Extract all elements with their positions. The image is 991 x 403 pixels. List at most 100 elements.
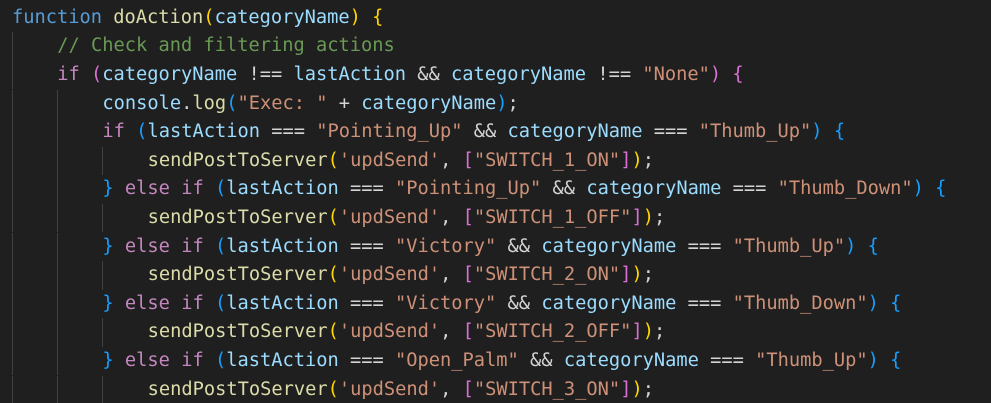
code-token: [ [462,206,474,228]
code-token: ( [136,121,148,143]
code-token: } [102,178,114,200]
indent-guide [12,289,13,319]
code-line[interactable]: sendPostToServer('updSend', ["SWITCH_2_O… [148,261,654,290]
indent-guide [57,261,59,290]
code-token: categoryName [102,63,238,85]
code-line[interactable]: } else if (lastAction === "Victory" && c… [102,290,901,319]
code-token: && [496,235,542,257]
code-line[interactable]: function doAction(categoryName) { [12,4,383,33]
code-token: , [440,206,463,228]
code-line[interactable]: // Check and filtering actions [57,32,395,61]
code-token: } [102,349,114,371]
indent-guide [12,89,13,119]
code-token: "Exec: " [237,92,328,114]
code-token: lastAction [293,63,407,85]
code-token: { [732,63,744,85]
code-token: ] [631,321,643,343]
code-token: "Thumb_Up" [698,121,812,143]
code-token: ( [327,206,339,228]
code-token: if [181,235,204,257]
code-token: 'updSend' [338,206,441,228]
code-token: === [338,292,396,314]
code-token: categoryName [214,6,350,28]
code-token: ) [349,6,361,28]
code-token: "Pointing_Up" [316,121,463,143]
code-line[interactable]: } else if (lastAction === "Pointing_Up" … [102,175,946,204]
code-token: ) [867,292,879,314]
code-line[interactable]: console.log("Exec: " + categoryName); [102,90,518,119]
indent-guide [102,318,104,347]
code-line[interactable]: if (lastAction === "Pointing_Up" && cate… [102,118,845,147]
code-token: [ [462,264,474,286]
code-token: ( [214,235,227,257]
code-token: === [338,349,396,371]
indent-guide [12,261,13,290]
code-token: "SWITCH_3_ON" [473,378,621,400]
code-line[interactable]: } else if (lastAction === "Open_Palm" &&… [102,347,901,376]
code-token: lastAction [226,178,339,200]
indent-guide [12,203,13,233]
code-token: function [12,6,103,28]
code-token: { [372,6,384,28]
indent-guide [102,203,104,233]
code-token: console [102,92,182,114]
code-token: log [192,92,227,114]
indent-guide [12,375,13,403]
indent-guide [57,375,59,403]
code-line[interactable]: if (categoryName !== lastAction && categ… [57,61,743,90]
code-line[interactable]: sendPostToServer('updSend', ["SWITCH_3_O… [148,376,654,403]
code-token: categoryName [507,121,643,143]
code-token: ; [507,92,519,114]
code-token: ] [620,149,632,171]
code-token: "SWITCH_2_ON" [473,264,621,286]
code-token: 'updSend' [338,321,441,343]
code-token: && [406,63,452,85]
code-token: "SWITCH_2_OFF" [473,321,632,343]
code-token: ; [642,264,654,286]
code-token: ( [327,264,339,286]
code-token: && [496,292,542,314]
code-token: 'updSend' [338,149,441,171]
code-token: ) [631,264,643,286]
code-line[interactable]: sendPostToServer('updSend', ["SWITCH_2_O… [148,318,666,347]
code-token: else [124,349,170,371]
code-token: === [338,178,396,200]
code-token: lastAction [226,235,339,257]
code-token: === [698,349,756,371]
code-token: ( [327,378,339,400]
code-token: [ [462,378,474,400]
code-token: [ [462,321,474,343]
code-token: { [890,292,902,314]
code-token: sendPostToServer [147,321,328,343]
code-token: "Thumb_Down" [777,178,913,200]
indent-guide [12,232,13,262]
code-token: "Open_Palm" [395,349,519,371]
code-token: "Thumb_Down" [732,292,868,314]
code-token: "SWITCH_1_OFF" [473,206,632,228]
code-token: 'updSend' [338,378,441,400]
code-editor[interactable]: function doAction(categoryName) {// Chec… [0,0,991,403]
code-line[interactable]: sendPostToServer('updSend', ["SWITCH_1_O… [148,147,654,176]
code-token: ; [642,378,654,400]
code-token: if [181,349,204,371]
code-token: doAction [113,6,204,28]
indent-guide [102,146,104,176]
code-line[interactable]: sendPostToServer('updSend', ["SWITCH_1_O… [148,204,666,233]
indent-guide [12,318,13,347]
code-token: === [259,121,317,143]
code-token: && [462,121,508,143]
code-token: ( [327,321,339,343]
code-token: sendPostToServer [147,206,328,228]
code-line[interactable]: } else if (lastAction === "Victory" && c… [102,233,879,262]
code-token: ) [811,121,823,143]
